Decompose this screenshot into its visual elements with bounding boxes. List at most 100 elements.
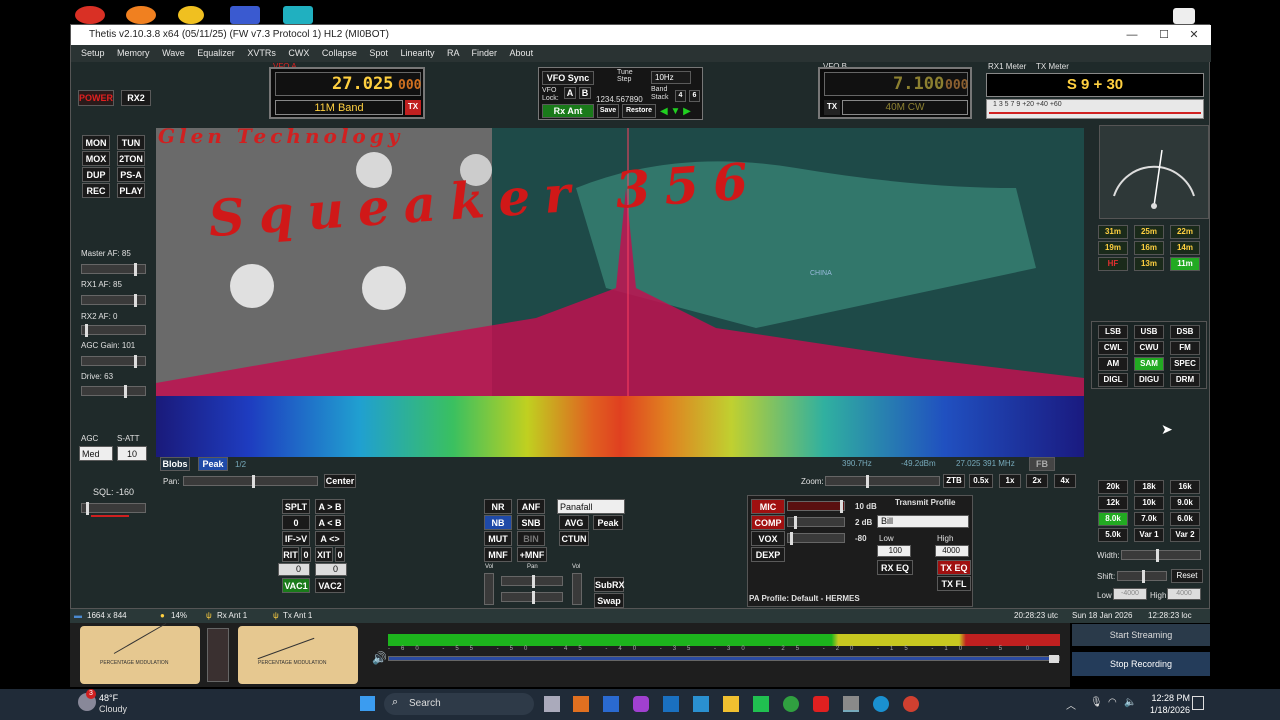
filter-var1[interactable]: Var 1 xyxy=(1134,528,1164,542)
clock-time[interactable]: 12:28 PM xyxy=(1150,693,1190,703)
menu-memory[interactable]: Memory xyxy=(117,48,150,58)
copilot-icon[interactable] xyxy=(633,696,649,712)
zero-beat-button[interactable]: 0 Beat xyxy=(282,515,310,542)
rit-button[interactable]: RIT xyxy=(282,547,299,562)
app-icon-1[interactable] xyxy=(573,696,589,712)
save-button[interactable]: Save xyxy=(597,104,619,118)
menu-cwx[interactable]: CWX xyxy=(288,48,309,58)
photos-icon[interactable] xyxy=(693,696,709,712)
plus-mnf-button[interactable]: +MNF xyxy=(517,547,547,562)
width-slider[interactable] xyxy=(1121,549,1201,562)
band-nav-arrows-icon[interactable]: ◀ ▼ ▶ xyxy=(660,106,691,117)
filter-18k[interactable]: 18k xyxy=(1134,480,1164,494)
vfo-b-tx-button[interactable]: TX xyxy=(824,100,840,115)
filter-5k[interactable]: 5.0k xyxy=(1098,528,1128,542)
snb-button[interactable]: SNB xyxy=(517,515,545,530)
search-box[interactable]: ⌕ Search xyxy=(384,693,534,715)
mon-button[interactable]: MON xyxy=(82,135,110,150)
menu-ra[interactable]: RA xyxy=(447,48,459,58)
filter-12k[interactable]: 12k xyxy=(1098,496,1128,510)
minimize-button[interactable]: — xyxy=(1117,25,1147,45)
rx2-af-slider[interactable] xyxy=(81,324,146,337)
vfo-a-display[interactable]: 27.025 000 xyxy=(275,72,421,96)
mode-digl[interactable]: DIGL xyxy=(1098,373,1128,387)
drive-slider[interactable] xyxy=(81,385,146,398)
vac2-button[interactable]: VAC2 xyxy=(315,578,345,593)
b-to-a-button[interactable]: A < B xyxy=(315,515,345,530)
filter-7k[interactable]: 7.0k xyxy=(1134,512,1164,526)
menu-about[interactable]: About xyxy=(510,48,534,58)
vox-button[interactable]: VOX xyxy=(751,531,785,546)
dup-button[interactable]: DUP xyxy=(82,167,110,182)
reset-button[interactable]: Reset xyxy=(1171,569,1203,583)
filter-9k[interactable]: 9.0k xyxy=(1170,496,1200,510)
ctun-button[interactable]: CTUN xyxy=(559,531,589,546)
filter-high-input[interactable]: 4000 xyxy=(1167,588,1201,600)
a-to-b-button[interactable]: A > B xyxy=(315,499,345,514)
zoom-05x[interactable]: 0.5x xyxy=(969,474,993,488)
filter-8k[interactable]: 8.0k xyxy=(1098,512,1128,526)
swap-button[interactable]: Swap xyxy=(594,593,624,608)
play-button[interactable]: PLAY xyxy=(117,183,145,198)
comp-slider[interactable] xyxy=(787,516,845,529)
2ton-button[interactable]: 2TON xyxy=(117,151,145,166)
center-button[interactable]: Center xyxy=(324,474,356,488)
pan-dsp-slider-2[interactable] xyxy=(501,591,563,604)
band-stack-a[interactable]: 4 xyxy=(675,90,686,102)
close-button[interactable]: ✕ xyxy=(1179,25,1209,45)
mode-dsb[interactable]: DSB xyxy=(1170,325,1200,339)
mode-cwl[interactable]: CWL xyxy=(1098,341,1128,355)
file-icon[interactable] xyxy=(1173,8,1195,24)
transmit-profile-select[interactable]: Bill xyxy=(877,515,969,528)
vol2-slider[interactable] xyxy=(572,573,582,605)
rec-button[interactable]: REC xyxy=(82,183,110,198)
tray-chevron-icon[interactable]: ︿ xyxy=(1066,697,1076,712)
zoom-2x[interactable]: 2x xyxy=(1026,474,1048,488)
tx-fl-button[interactable]: TX FL xyxy=(937,576,971,591)
mode-fm[interactable]: FM xyxy=(1170,341,1200,355)
edge-icon[interactable] xyxy=(873,696,889,712)
band-13m[interactable]: 13m xyxy=(1134,257,1164,271)
xit-button[interactable]: XIT xyxy=(315,547,333,562)
speaker-icon[interactable]: 🔊 xyxy=(372,651,387,665)
xit-spinner[interactable]: 0 xyxy=(315,563,347,576)
lock-b-button[interactable]: B xyxy=(579,87,591,99)
sql-slider[interactable] xyxy=(81,502,146,515)
mute-button[interactable]: MUT xyxy=(484,531,512,546)
dexp-button[interactable]: DEXP xyxy=(751,547,785,562)
vac1-button[interactable]: VAC1 xyxy=(282,578,310,593)
filter-20k[interactable]: 20k xyxy=(1098,480,1128,494)
mnf-button[interactable]: MNF xyxy=(484,547,512,562)
thetis-taskbar-icon[interactable] xyxy=(843,696,859,712)
store-icon[interactable] xyxy=(603,696,619,712)
tun-button[interactable]: TUN xyxy=(117,135,145,150)
mode-usb[interactable]: USB xyxy=(1134,325,1164,339)
clock-date[interactable]: 1/18/2026 xyxy=(1146,705,1190,715)
band-hf[interactable]: HF xyxy=(1098,257,1128,271)
maximize-button[interactable]: ☐ xyxy=(1149,25,1179,45)
filter-low-input[interactable]: -4000 xyxy=(1113,588,1147,600)
master-af-slider[interactable] xyxy=(81,263,146,276)
mox-button[interactable]: MOX xyxy=(82,151,110,166)
band-16m[interactable]: 16m xyxy=(1134,241,1164,255)
split-button[interactable]: SPLT xyxy=(282,499,310,514)
vol-slider[interactable] xyxy=(484,573,494,605)
band-19m[interactable]: 19m xyxy=(1098,241,1128,255)
start-icon[interactable] xyxy=(360,696,375,711)
seal-icon[interactable] xyxy=(178,6,204,24)
band-11m[interactable]: 11m xyxy=(1170,257,1200,271)
rx2-button[interactable]: RX2 xyxy=(121,90,151,106)
filter-6k[interactable]: 6.0k xyxy=(1170,512,1200,526)
menu-equalizer[interactable]: Equalizer xyxy=(197,48,235,58)
satt-spinner[interactable]: 10 xyxy=(117,446,147,461)
band-14m[interactable]: 14m xyxy=(1170,241,1200,255)
mode-lsb[interactable]: LSB xyxy=(1098,325,1128,339)
mode-digu[interactable]: DIGU xyxy=(1134,373,1164,387)
menu-collapse[interactable]: Collapse xyxy=(322,48,357,58)
notification-icon[interactable] xyxy=(1192,696,1204,710)
volume-slider[interactable] xyxy=(388,655,1060,663)
band-stack-b[interactable]: 6 xyxy=(689,90,700,102)
stop-recording-button[interactable]: Stop Recording xyxy=(1072,652,1210,676)
rit-spinner[interactable]: 0 xyxy=(278,563,310,576)
mic-tray-icon[interactable]: 🎙 xyxy=(1090,697,1103,708)
